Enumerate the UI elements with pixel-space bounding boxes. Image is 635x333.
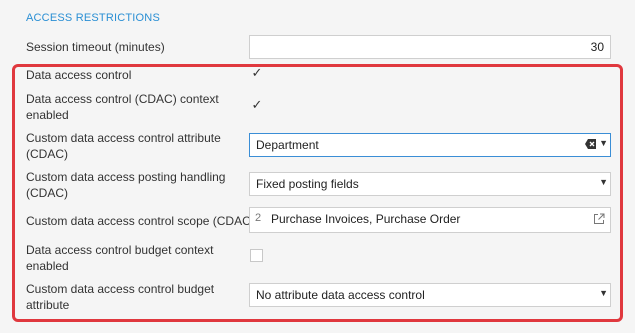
cdac-attribute-label: Custom data access control attribute (CD… xyxy=(26,130,221,162)
cdac-attribute-label-line2: (CDAC) xyxy=(26,147,68,161)
data-access-control-label: Data access control xyxy=(26,68,132,82)
chevron-down-icon[interactable]: ▼ xyxy=(599,177,608,187)
data-access-control-checkbox[interactable]: ✓ xyxy=(250,66,264,80)
cdac-posting-label-line1: Custom data access posting handling xyxy=(26,170,226,184)
chevron-down-icon[interactable]: ▼ xyxy=(599,288,608,298)
budget-context-label: Data access control budget context enabl… xyxy=(26,242,213,274)
cdac-posting-select[interactable]: Fixed posting fields ▼ xyxy=(249,172,611,196)
cdac-posting-value: Fixed posting fields xyxy=(256,177,359,191)
budget-attribute-label-line1: Custom data access control budget xyxy=(26,282,215,296)
checkmark-icon: ✓ xyxy=(251,97,263,112)
cdac-scope-field[interactable]: 2 Purchase Invoices, Purchase Order xyxy=(249,207,611,233)
chevron-down-icon[interactable]: ▼ xyxy=(599,138,608,148)
budget-attribute-select[interactable]: No attribute data access control ▼ xyxy=(249,283,611,307)
cdac-context-label-line1: Data access control (CDAC) context xyxy=(26,92,219,106)
budget-context-checkbox[interactable] xyxy=(250,249,263,262)
clear-icon[interactable] xyxy=(585,138,596,150)
cdac-attribute-value: Department xyxy=(256,138,319,152)
cdac-context-checkbox[interactable]: ✓ xyxy=(250,98,264,112)
session-timeout-label: Session timeout (minutes) xyxy=(26,40,165,54)
open-external-icon[interactable] xyxy=(593,213,605,225)
cdac-attribute-label-line1: Custom data access control attribute xyxy=(26,131,221,145)
budget-attribute-label: Custom data access control budget attrib… xyxy=(26,281,214,313)
cdac-posting-label: Custom data access posting handling (CDA… xyxy=(26,169,225,201)
cdac-context-label: Data access control (CDAC) context enabl… xyxy=(26,91,219,123)
cdac-attribute-select[interactable]: Department ▼ xyxy=(249,133,611,157)
cdac-scope-label: Custom data access control scope (CDAC) xyxy=(26,214,255,228)
section-title: ACCESS RESTRICTIONS xyxy=(26,12,160,24)
session-timeout-input[interactable]: 30 xyxy=(249,35,611,59)
budget-attribute-label-line2: attribute xyxy=(26,298,70,312)
cdac-posting-label-line2: (CDAC) xyxy=(26,186,68,200)
session-timeout-value: 30 xyxy=(590,40,604,54)
cdac-scope-value: Purchase Invoices, Purchase Order xyxy=(271,212,461,226)
budget-context-label-line2: enabled xyxy=(26,259,69,273)
checkmark-icon: ✓ xyxy=(251,65,263,80)
budget-attribute-value: No attribute data access control xyxy=(256,288,425,302)
selection-count-badge: 2 xyxy=(255,212,262,224)
budget-context-label-line1: Data access control budget context xyxy=(26,243,214,257)
cdac-context-label-line2: enabled xyxy=(26,108,69,122)
